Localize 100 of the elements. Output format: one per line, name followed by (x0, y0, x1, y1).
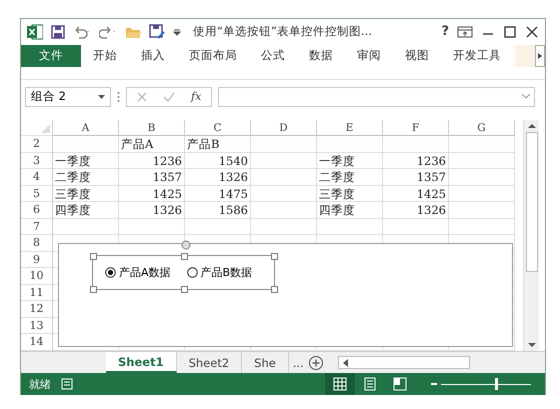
row-header[interactable]: 9 (21, 252, 53, 268)
insert-function-button[interactable]: fx (191, 90, 202, 104)
radio-icon[interactable] (186, 266, 198, 278)
formula-input[interactable] (218, 86, 535, 107)
row-header[interactable]: 4 (21, 169, 53, 186)
page-break-icon (393, 377, 407, 392)
scroll-up-icon[interactable] (528, 122, 536, 129)
check-icon[interactable] (163, 92, 175, 102)
table-cell: 产品B (185, 136, 251, 153)
sheet-tab[interactable]: Sheet1 (106, 352, 177, 374)
table-cell: 1357 (383, 169, 449, 186)
table-cell: 1425 (383, 186, 449, 202)
save-icon[interactable] (51, 24, 65, 39)
ribbon-tab[interactable]: 文件 (21, 44, 81, 67)
resize-handle[interactable] (181, 286, 188, 293)
drag-handle-icon (117, 90, 120, 103)
dropdown-icon[interactable] (173, 28, 181, 36)
grid-icon (333, 377, 347, 392)
row-header[interactable]: 3 (21, 152, 53, 170)
table-cell: 1586 (185, 202, 251, 219)
rotate-handle-icon[interactable] (181, 240, 191, 252)
add-sheet-icon[interactable] (308, 354, 324, 371)
table-cell (251, 136, 317, 153)
table-cell: 二季度 (53, 169, 119, 186)
table-cell (317, 136, 383, 153)
ribbon-tab[interactable]: 页面布局 (177, 44, 249, 67)
ribbon-display-icon[interactable] (457, 26, 473, 38)
table-cell: 一季度 (317, 152, 383, 170)
ribbon-tab[interactable]: 公式 (249, 44, 297, 67)
resize-handle[interactable] (181, 252, 188, 260)
horizontal-scrollbar[interactable] (338, 356, 470, 370)
column-header[interactable]: G (449, 120, 515, 136)
ribbon-tab[interactable]: 视图 (393, 44, 441, 67)
column-header[interactable]: E (317, 120, 383, 136)
view-button[interactable] (325, 373, 355, 396)
name-box[interactable]: 组合 2 (25, 86, 111, 107)
table-cell: 四季度 (53, 202, 119, 219)
table-cell: 二季度 (317, 169, 383, 186)
ribbon-tab[interactable]: 开发工具 (441, 44, 513, 67)
column-header[interactable]: A (53, 120, 119, 136)
resize-handle[interactable] (90, 286, 97, 293)
radio-option[interactable]: 产品B数据 (186, 264, 252, 280)
zoom-out-icon[interactable] (431, 383, 437, 386)
radio-option[interactable]: 产品A数据 (105, 264, 171, 280)
table-cell (449, 186, 515, 202)
page-icon (363, 377, 377, 392)
ribbon-tab[interactable]: 开始 (81, 44, 129, 67)
table-cell (449, 152, 515, 170)
row-header[interactable]: 5 (21, 186, 53, 202)
table-cell: 1425 (119, 186, 185, 202)
scroll-left-icon[interactable] (342, 358, 348, 367)
more-sheets-button[interactable]: ... (288, 352, 308, 374)
table-cell: 1326 (119, 202, 185, 219)
table-cell: 三季度 (317, 186, 383, 202)
macro-record-icon[interactable] (61, 378, 73, 390)
row-header[interactable]: 6 (21, 202, 53, 219)
row-header[interactable]: 8 (21, 235, 53, 252)
maximize-icon[interactable] (503, 26, 517, 38)
column-header[interactable]: D (251, 120, 317, 136)
column-header[interactable]: B (119, 120, 185, 136)
row-header[interactable]: 13 (21, 318, 53, 334)
table-cell: 1326 (185, 169, 251, 186)
row-header[interactable]: 7 (21, 218, 53, 236)
ribbon-tab[interactable]: 插入 (129, 44, 177, 67)
table-cell: 1236 (119, 152, 185, 170)
row-header[interactable]: 2 (21, 136, 53, 153)
ribbon-tab[interactable]: 审阅 (345, 44, 393, 67)
table-cell (251, 152, 317, 170)
table-cell (449, 202, 515, 219)
column-header[interactable]: F (383, 120, 449, 136)
table-cell: 1475 (185, 186, 251, 202)
table-cell (251, 202, 317, 219)
row-header[interactable]: 14 (21, 334, 53, 351)
table-cell (251, 186, 317, 202)
scroll-down-icon[interactable] (528, 342, 536, 348)
table-cell: 产品A (119, 136, 185, 153)
resize-handle[interactable] (271, 252, 278, 260)
table-cell (53, 136, 119, 153)
row-header[interactable]: 12 (21, 301, 53, 318)
table-cell (383, 136, 449, 153)
window-title: 使用“单选按钮”表单控件控制图... (193, 24, 373, 40)
expand-icon[interactable] (522, 94, 530, 100)
table-cell: 1540 (185, 152, 251, 170)
row-header[interactable]: 10 (21, 268, 53, 285)
excel-logo-icon[interactable] (27, 24, 43, 40)
close-icon[interactable] (525, 26, 539, 38)
ribbon-scroll-button[interactable] (535, 44, 545, 67)
column-header[interactable]: C (185, 120, 251, 136)
resize-handle[interactable] (271, 286, 278, 293)
table-cell: 一季度 (53, 152, 119, 170)
resize-handle[interactable] (90, 252, 97, 260)
table-cell: 1326 (383, 202, 449, 219)
radio-icon[interactable] (105, 266, 116, 278)
scroll-right-icon (538, 52, 542, 59)
tab-overflow-area (515, 44, 535, 67)
save-as-icon[interactable] (149, 24, 165, 40)
help-button[interactable]: ? (441, 24, 449, 40)
vertical-scrollbar[interactable] (523, 120, 539, 351)
ribbon-tab[interactable]: 数据 (297, 44, 345, 67)
row-header[interactable]: 11 (21, 284, 53, 302)
